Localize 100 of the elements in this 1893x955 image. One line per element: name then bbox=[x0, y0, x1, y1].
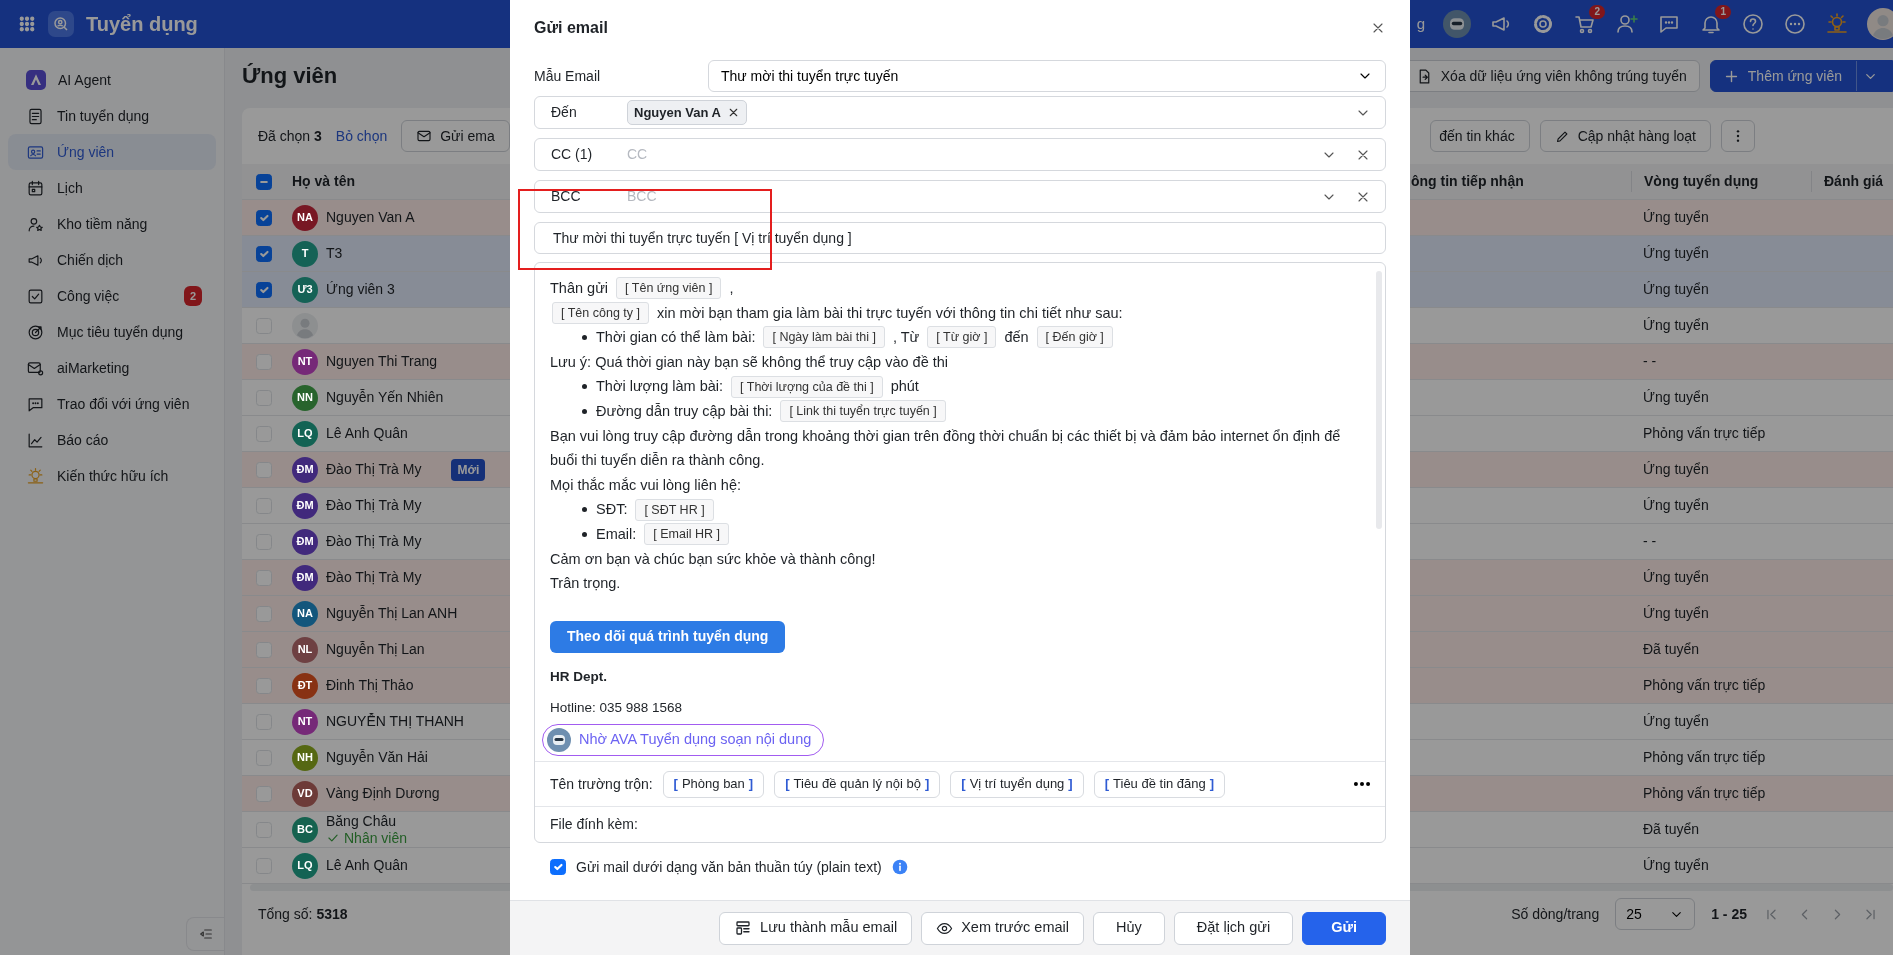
merge-field-tag: [ Tên công ty ] bbox=[552, 301, 649, 324]
column-header: Đánh giá bbox=[1824, 173, 1884, 189]
initials-avatar: NT bbox=[292, 348, 318, 375]
body-text: phút bbox=[890, 377, 919, 397]
initials-avatar: BC bbox=[292, 816, 318, 843]
total-count: Tổng số: 5318 bbox=[258, 904, 348, 924]
page-range: 1 - 25 bbox=[1711, 904, 1747, 924]
initials-avatar: ĐM bbox=[292, 564, 318, 591]
candidate-name: Ứng viên 3 bbox=[326, 280, 395, 299]
initials-avatar: NH bbox=[292, 744, 318, 771]
field-label: BCC bbox=[551, 187, 582, 206]
employee-label: Nhân viên bbox=[344, 829, 408, 847]
recruitment-round: Ứng tuyển bbox=[1643, 389, 1709, 405]
merge-field-tag: [ Từ giờ ] bbox=[927, 326, 997, 349]
initials-avatar: NL bbox=[292, 636, 318, 663]
candidate-name: Nguyễn Thị Lan ANH bbox=[326, 604, 458, 623]
initials-avatar: NT bbox=[292, 708, 318, 735]
clipped-text: g bbox=[1416, 13, 1425, 34]
body-text: Thời gian có thể làm bài: bbox=[596, 328, 756, 348]
initials-avatar: NN bbox=[292, 384, 318, 411]
recruitment-round: - - bbox=[1643, 533, 1657, 549]
candidate-name: Đào Thị Trà My bbox=[326, 568, 422, 587]
body-text: , bbox=[729, 279, 734, 298]
candidate-name: Nguyễn Yến Nhiên bbox=[326, 388, 444, 407]
body-text: Đường dẫn truy cập bài thi: bbox=[596, 401, 773, 421]
candidate-name: Đào Thị Trà My bbox=[326, 496, 422, 515]
dialog-title: Gửi email bbox=[534, 18, 608, 38]
body-text: , Từ bbox=[892, 328, 920, 348]
candidate-name: Vàng Định Dương bbox=[326, 784, 440, 803]
body-text: Email: bbox=[596, 524, 637, 544]
body-text: SĐT: bbox=[596, 500, 628, 520]
initials-avatar: ĐM bbox=[292, 492, 318, 519]
initials-avatar: T bbox=[292, 240, 318, 267]
column-header: Họ và tên bbox=[292, 172, 355, 191]
initials-avatar: NA bbox=[292, 204, 318, 231]
body-text: Lưu ý: Quá thời gian này bạn sẽ không thể truy cập vào đề thi bbox=[550, 352, 949, 372]
page-size-label: Số dòng/trang bbox=[1511, 904, 1600, 924]
body-text: Trân trọng. bbox=[550, 574, 621, 594]
candidate-name: Nguyen Thi Trang bbox=[326, 352, 438, 371]
candidate-name: Băng Châu bbox=[326, 812, 398, 830]
merge-field-tag: [ Email HR ] bbox=[644, 523, 729, 546]
recruitment-round: Đã tuyển bbox=[1643, 641, 1700, 657]
recruitment-round: Phỏng vấn trực tiếp bbox=[1643, 749, 1766, 765]
body-text: Bạn vui lòng truy cập đường dẫn trong khoảng thời gian trên đồng thời chuẩn bị các thiết bị và đảm bảo internet ổn định để buổi thi tuyển diễn ra thành công. bbox=[550, 426, 1342, 471]
recruitment-round: Ứng tuyển bbox=[1643, 281, 1709, 297]
body-text: xin mời bạn tham gia làm bài thi trực tuyến với thông tin chi tiết như sau: bbox=[657, 303, 1123, 323]
candidate-name: Đinh Thị Thảo bbox=[326, 676, 414, 695]
candidate-name: Lê Anh Quân bbox=[326, 424, 408, 443]
column-header: ông tin tiếp nhận bbox=[1411, 173, 1524, 189]
candidate-name: Nguyễn Thị Lan bbox=[326, 640, 425, 659]
initials-avatar: ĐM bbox=[292, 528, 318, 555]
recruitment-round: Ứng tuyển bbox=[1643, 569, 1709, 585]
merge-fields-label: Tên trường trộn: bbox=[550, 774, 653, 794]
recruitment-round: Ứng tuyển bbox=[1643, 317, 1709, 333]
candidate-name: Nguyễn Văn Hải bbox=[326, 748, 428, 767]
merge-field-tag: [ Đến giờ ] bbox=[1036, 326, 1113, 349]
candidate-name: NGUYỄN THỊ THANH bbox=[326, 712, 464, 731]
recruitment-round: Phỏng vấn trực tiếp bbox=[1643, 677, 1766, 693]
recruitment-round: Ứng tuyển bbox=[1643, 857, 1709, 873]
recruitment-round: Ứng tuyển bbox=[1643, 497, 1709, 513]
initials-avatar: Ư3 bbox=[292, 276, 318, 303]
notification-badge: 1 bbox=[1715, 5, 1731, 19]
body-text: đến bbox=[1004, 328, 1029, 348]
initials-avatar: LQ bbox=[292, 852, 318, 879]
page-title: Ứng viên bbox=[242, 62, 338, 90]
recruitment-round: - - bbox=[1643, 353, 1657, 369]
field-label: Đến bbox=[551, 103, 578, 122]
merge-field-tag: [ Ngày làm bài thi ] bbox=[763, 326, 885, 349]
initials-avatar: ĐM bbox=[292, 456, 318, 483]
app-title: Tuyển dụng bbox=[86, 12, 198, 37]
new-badge: Mới bbox=[451, 458, 486, 481]
merge-field-tag: [ Link thi tuyển trực tuyến ] bbox=[780, 400, 946, 423]
attachments-label: File đính kèm: bbox=[550, 815, 638, 834]
initials-avatar: LQ bbox=[292, 420, 318, 447]
checkbox-label: Gửi mail dưới dạng văn bản thuần túy (plain text) bbox=[576, 857, 882, 877]
recruitment-round: Ứng tuyển bbox=[1643, 209, 1709, 225]
recruitment-round: Đã tuyển bbox=[1643, 821, 1700, 837]
signature-text: HR Dept. bbox=[550, 667, 608, 686]
count-badge: 2 bbox=[183, 285, 202, 307]
body-text: Mọi thắc mắc vui lòng liên hệ: bbox=[550, 475, 741, 495]
field-label: CC (1) bbox=[551, 145, 594, 164]
initials-avatar: VD bbox=[292, 780, 318, 807]
merge-field-tag: [ SĐT HR ] bbox=[635, 498, 714, 521]
candidate-name: Nguyen Van A bbox=[326, 208, 415, 227]
candidate-name: Đào Thị Trà My bbox=[326, 532, 422, 551]
field-label: Mẫu Email bbox=[534, 66, 602, 86]
candidate-name: Lê Anh Quân bbox=[326, 856, 408, 875]
body-text: Cảm ơn bạn và chúc bạn sức khỏe và thành công! bbox=[550, 549, 876, 569]
initials-avatar: ĐT bbox=[292, 672, 318, 699]
recruitment-round: Ứng tuyển bbox=[1643, 713, 1709, 729]
recruitment-round: Ứng tuyển bbox=[1643, 245, 1709, 261]
hotline-text: Hotline: 035 988 1568 bbox=[550, 698, 684, 717]
body-text: Thời lượng làm bài: bbox=[596, 377, 724, 397]
column-header: Vòng tuyển dụng bbox=[1644, 173, 1759, 189]
merge-field-tag: [ Tên ứng viên ] bbox=[616, 277, 722, 300]
selection-count: Đã chọn 3 bbox=[258, 126, 322, 146]
body-text: Thân gửi bbox=[550, 279, 609, 298]
candidate-name: Đào Thị Trà My bbox=[326, 460, 422, 479]
recruitment-round: Ứng tuyển bbox=[1643, 605, 1709, 621]
notification-badge: 2 bbox=[1589, 5, 1605, 19]
